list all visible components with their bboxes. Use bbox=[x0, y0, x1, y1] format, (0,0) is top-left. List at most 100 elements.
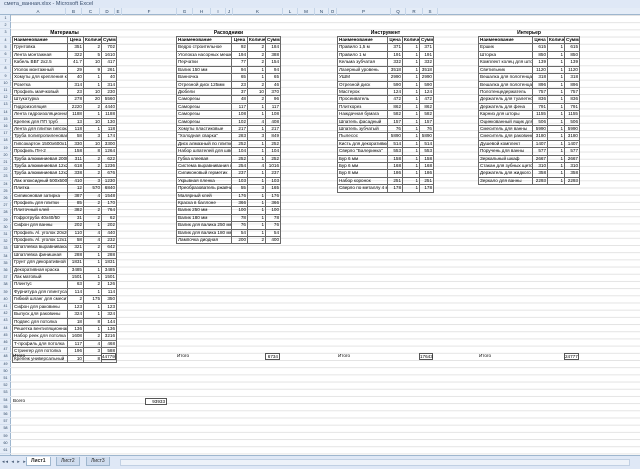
price-cell[interactable]: 514 bbox=[387, 139, 403, 149]
item-name-cell[interactable]: Валик 180 мм bbox=[176, 213, 232, 223]
sum-cell[interactable]: 54 bbox=[264, 228, 282, 238]
price-cell[interactable]: 18 bbox=[67, 317, 84, 326]
sum-cell[interactable]: 1548 bbox=[100, 191, 118, 201]
price-cell[interactable]: 252 bbox=[231, 139, 248, 149]
sum-cell[interactable]: 1188 bbox=[100, 110, 118, 119]
sum-cell[interactable]: 440 bbox=[100, 228, 118, 238]
quantity-cell[interactable]: 1 bbox=[402, 184, 420, 193]
row-header[interactable]: 6 bbox=[0, 51, 11, 59]
row-header[interactable]: 15 bbox=[0, 116, 11, 123]
price-cell[interactable]: 321 bbox=[67, 243, 84, 252]
sum-cell[interactable]: 764 bbox=[100, 206, 118, 215]
row-header[interactable]: 32 bbox=[0, 238, 11, 246]
price-cell[interactable]: 387 bbox=[67, 191, 84, 201]
sheet-tab-3[interactable]: Лист3 bbox=[86, 457, 110, 466]
sum-cell[interactable]: 154 bbox=[264, 58, 282, 67]
item-name-cell[interactable]: Валик для валика 250 мм bbox=[176, 221, 232, 230]
price-cell[interactable]: 117 bbox=[231, 102, 248, 112]
price-cell[interactable]: 382 bbox=[67, 206, 84, 215]
quantity-cell[interactable]: 1 bbox=[247, 110, 266, 119]
column-header-cell[interactable]: Цена bbox=[231, 36, 248, 45]
row-header[interactable]: 12 bbox=[0, 94, 11, 102]
item-name-cell[interactable]: Плитка bbox=[12, 184, 68, 193]
item-name-cell[interactable]: Кабель ВВГ 2х2.5 bbox=[12, 58, 68, 67]
column-header-n[interactable]: N bbox=[315, 8, 329, 15]
quantity-cell[interactable]: 2 bbox=[247, 95, 266, 104]
quantity-cell[interactable]: 1 bbox=[247, 65, 266, 75]
sum-cell[interactable]: 76 bbox=[419, 124, 434, 134]
item-name-cell[interactable]: "Холодная сварка" bbox=[176, 132, 232, 141]
price-cell[interactable]: 41.7 bbox=[67, 58, 84, 67]
price-cell[interactable]: 37 bbox=[231, 87, 248, 97]
item-name-cell[interactable]: Лазерный уровень bbox=[337, 65, 388, 75]
price-cell[interactable]: 791 bbox=[532, 102, 548, 112]
column-header-h[interactable]: H bbox=[193, 8, 211, 15]
quantity-cell[interactable]: 2 bbox=[83, 206, 102, 215]
sum-cell[interactable]: 100 bbox=[264, 206, 282, 215]
quantity-cell[interactable]: 9 bbox=[83, 65, 102, 75]
column-header-cell[interactable]: Количество bbox=[402, 36, 420, 45]
column-header-a[interactable]: A bbox=[11, 8, 66, 15]
item-name-cell[interactable]: Труба алюминиевая 2000х1000 bbox=[12, 154, 68, 164]
row-header[interactable]: 26 bbox=[0, 195, 11, 203]
row-header[interactable]: 41 bbox=[0, 303, 11, 311]
quantity-cell[interactable]: 2 bbox=[83, 154, 102, 164]
item-name-cell[interactable]: Правило 1,5 м bbox=[337, 43, 388, 52]
item-name-cell[interactable]: Саморезы bbox=[176, 110, 232, 119]
price-cell[interactable]: 217 bbox=[231, 124, 248, 134]
quantity-cell[interactable]: 1 bbox=[247, 73, 266, 82]
row-header[interactable]: 22 bbox=[0, 166, 11, 174]
column-header-cell[interactable]: Количество bbox=[247, 36, 266, 45]
sum-cell[interactable]: 332 bbox=[419, 58, 434, 67]
item-name-cell[interactable]: Грунт для декоративной краски bbox=[12, 258, 68, 267]
item-name-cell[interactable]: Труба алюминиевая 12х25х2000 bbox=[12, 169, 68, 178]
sum-cell[interactable]: 114 bbox=[100, 287, 118, 297]
column-header-cell[interactable]: Цена bbox=[532, 36, 548, 45]
sum-cell[interactable]: 170 bbox=[100, 198, 118, 208]
sum-cell[interactable]: 1501 bbox=[100, 273, 118, 282]
sheet-tab-2[interactable]: Лист2 bbox=[56, 457, 80, 466]
column-header-r[interactable]: R bbox=[406, 8, 423, 15]
column-header-j[interactable]: J bbox=[226, 8, 233, 15]
column-header-cell[interactable]: Наименование bbox=[337, 36, 388, 45]
sum-cell[interactable]: 388 bbox=[264, 50, 282, 60]
quantity-cell[interactable]: 1 bbox=[547, 73, 565, 82]
item-name-cell[interactable]: Ершик bbox=[478, 43, 533, 52]
price-cell[interactable]: 862 bbox=[387, 102, 403, 112]
quantity-cell[interactable]: 1 bbox=[547, 139, 565, 149]
price-cell[interactable]: 85 bbox=[67, 198, 84, 208]
price-cell[interactable]: 63 bbox=[67, 280, 84, 289]
sum-cell[interactable]: 615 bbox=[564, 43, 580, 52]
price-cell[interactable]: 1407 bbox=[532, 139, 548, 149]
price-cell[interactable]: 252 bbox=[231, 154, 248, 164]
price-cell[interactable]: 318 bbox=[532, 73, 548, 82]
item-name-cell[interactable]: Система выравнивания плит bbox=[176, 161, 232, 171]
price-cell[interactable]: 77 bbox=[231, 58, 248, 67]
price-cell[interactable]: 103 bbox=[231, 176, 248, 186]
row-header[interactable]: 40 bbox=[0, 296, 11, 303]
sum-cell[interactable]: 230 bbox=[100, 87, 118, 97]
quantity-cell[interactable]: 1 bbox=[402, 110, 420, 119]
price-cell[interactable]: 186 bbox=[387, 169, 403, 178]
quantity-cell[interactable]: 1 bbox=[247, 191, 266, 201]
sum-cell[interactable]: 144 bbox=[100, 317, 118, 326]
row-header[interactable]: 51 bbox=[0, 375, 11, 383]
sum-cell[interactable]: 1120 bbox=[564, 65, 580, 75]
quantity-cell[interactable]: 1 bbox=[247, 139, 266, 149]
quantity-cell[interactable]: 1 bbox=[247, 154, 266, 164]
price-cell[interactable]: 358 bbox=[532, 169, 548, 178]
price-cell[interactable]: 3518 bbox=[387, 65, 403, 75]
sum-cell[interactable]: 252 bbox=[264, 139, 282, 149]
price-cell[interactable]: 1120 bbox=[532, 65, 548, 75]
price-cell[interactable]: 23 bbox=[67, 87, 84, 97]
price-cell[interactable]: 330 bbox=[67, 139, 84, 149]
item-name-cell[interactable]: Силиконовый герметик bbox=[176, 169, 232, 178]
column-header-o[interactable]: O bbox=[329, 8, 337, 15]
quantity-cell[interactable]: 4 bbox=[247, 161, 266, 171]
sum-cell[interactable]: 123 bbox=[100, 302, 118, 312]
quantity-cell[interactable]: 2 bbox=[247, 58, 266, 67]
sum-cell[interactable]: 46 bbox=[264, 80, 282, 89]
quantity-cell[interactable]: 1 bbox=[83, 80, 102, 89]
quantity-cell[interactable]: 2 bbox=[247, 236, 266, 245]
quantity-cell[interactable]: 1 bbox=[402, 176, 420, 186]
